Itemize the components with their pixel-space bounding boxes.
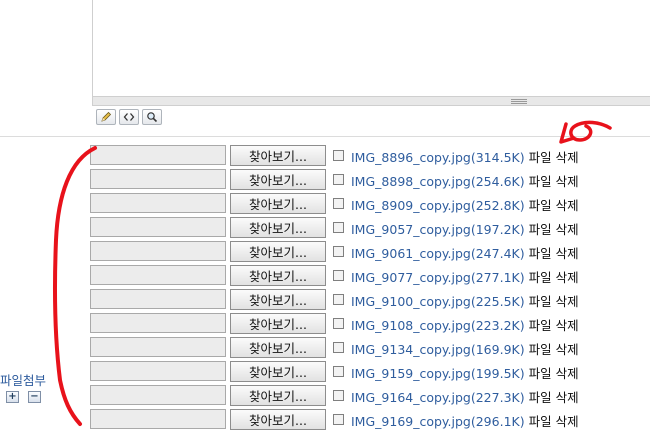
attachment-row: 찾아보기... IMG_9169_copy.jpg(296.1K) 파일 삭제 (90, 409, 650, 433)
search-icon[interactable] (142, 109, 162, 125)
file-path-field[interactable] (90, 385, 226, 405)
delete-label: 파일 삭제 (528, 342, 579, 357)
resize-grip-icon[interactable] (511, 98, 527, 104)
delete-checkbox[interactable] (333, 150, 344, 161)
file-path-field[interactable] (90, 289, 226, 309)
delete-label: 파일 삭제 (528, 318, 579, 333)
editor-textarea[interactable] (92, 0, 650, 97)
delete-checkbox[interactable] (333, 174, 344, 185)
remove-attachment-button[interactable]: − (28, 391, 41, 403)
file-name[interactable]: IMG_8896_copy.jpg(314.5K) (351, 150, 525, 165)
delete-label: 파일 삭제 (528, 150, 579, 165)
attached-file-link[interactable]: IMG_8896_copy.jpg(314.5K) 파일 삭제 (351, 147, 579, 166)
file-name[interactable]: IMG_9159_copy.jpg(199.5K) (351, 366, 525, 381)
add-attachment-button[interactable]: + (6, 391, 19, 403)
attached-file-link[interactable]: IMG_9108_copy.jpg(223.2K) 파일 삭제 (351, 315, 579, 334)
attached-file-link[interactable]: IMG_8898_copy.jpg(254.6K) 파일 삭제 (351, 171, 579, 190)
file-path-field[interactable] (90, 337, 226, 357)
file-path-field[interactable] (90, 241, 226, 261)
browse-button[interactable]: 찾아보기... (230, 337, 326, 358)
browse-button[interactable]: 찾아보기... (230, 145, 326, 166)
attachment-row: 찾아보기... IMG_9057_copy.jpg(197.2K) 파일 삭제 (90, 217, 650, 241)
delete-label: 파일 삭제 (528, 174, 579, 189)
file-name[interactable]: IMG_9169_copy.jpg(296.1K) (351, 414, 525, 429)
delete-label: 파일 삭제 (528, 270, 579, 285)
attachment-row: 찾아보기... IMG_8896_copy.jpg(314.5K) 파일 삭제 (90, 145, 650, 169)
browse-button[interactable]: 찾아보기... (230, 265, 326, 286)
attachment-row: 찾아보기... IMG_9077_copy.jpg(277.1K) 파일 삭제 (90, 265, 650, 289)
attachment-row: 찾아보기... IMG_9134_copy.jpg(169.9K) 파일 삭제 (90, 337, 650, 361)
delete-label: 파일 삭제 (528, 222, 579, 237)
attached-file-link[interactable]: IMG_9159_copy.jpg(199.5K) 파일 삭제 (351, 363, 579, 382)
file-name[interactable]: IMG_8898_copy.jpg(254.6K) (351, 174, 525, 189)
delete-label: 파일 삭제 (528, 414, 579, 429)
attachment-row: 찾아보기... IMG_9100_copy.jpg(225.5K) 파일 삭제 (90, 289, 650, 313)
pencil-icon[interactable] (96, 109, 116, 125)
delete-checkbox[interactable] (333, 270, 344, 281)
file-name[interactable]: IMG_9100_copy.jpg(225.5K) (351, 294, 525, 309)
browse-button[interactable]: 찾아보기... (230, 313, 326, 334)
browse-button[interactable]: 찾아보기... (230, 289, 326, 310)
delete-label: 파일 삭제 (528, 246, 579, 261)
delete-checkbox[interactable] (333, 246, 344, 257)
attached-file-link[interactable]: IMG_9057_copy.jpg(197.2K) 파일 삭제 (351, 219, 579, 238)
file-name[interactable]: IMG_9108_copy.jpg(223.2K) (351, 318, 525, 333)
delete-checkbox[interactable] (333, 366, 344, 377)
delete-checkbox[interactable] (333, 390, 344, 401)
attachment-row: 찾아보기... IMG_8898_copy.jpg(254.6K) 파일 삭제 (90, 169, 650, 193)
attachment-row: 찾아보기... IMG_9159_copy.jpg(199.5K) 파일 삭제 (90, 361, 650, 385)
delete-label: 파일 삭제 (528, 366, 579, 381)
file-path-field[interactable] (90, 361, 226, 381)
file-path-field[interactable] (90, 265, 226, 285)
attached-file-link[interactable]: IMG_9134_copy.jpg(169.9K) 파일 삭제 (351, 339, 579, 358)
delete-checkbox[interactable] (333, 414, 344, 425)
attached-file-link[interactable]: IMG_9164_copy.jpg(227.3K) 파일 삭제 (351, 387, 579, 406)
file-name[interactable]: IMG_9061_copy.jpg(247.4K) (351, 246, 525, 261)
attachment-row: 찾아보기... IMG_9108_copy.jpg(223.2K) 파일 삭제 (90, 313, 650, 337)
delete-checkbox[interactable] (333, 222, 344, 233)
annotation-arrow (559, 120, 612, 144)
browse-button[interactable]: 찾아보기... (230, 169, 326, 190)
attachment-label: 파일첨부 (0, 373, 47, 388)
attached-file-link[interactable]: IMG_9061_copy.jpg(247.4K) 파일 삭제 (351, 243, 579, 262)
file-path-field[interactable] (90, 217, 226, 237)
browse-button[interactable]: 찾아보기... (230, 217, 326, 238)
delete-checkbox[interactable] (333, 318, 344, 329)
attached-file-link[interactable]: IMG_9169_copy.jpg(296.1K) 파일 삭제 (351, 411, 579, 430)
annotation-bracket (53, 146, 97, 426)
delete-checkbox[interactable] (333, 294, 344, 305)
editor-resize-bar[interactable] (92, 96, 650, 106)
attached-file-link[interactable]: IMG_8909_copy.jpg(252.8K) 파일 삭제 (351, 195, 579, 214)
file-path-field[interactable] (90, 313, 226, 333)
delete-label: 파일 삭제 (528, 390, 579, 405)
file-name[interactable]: IMG_9164_copy.jpg(227.3K) (351, 390, 525, 405)
editor-mode-toolbar (96, 109, 162, 125)
delete-label: 파일 삭제 (528, 198, 579, 213)
attachment-row: 찾아보기... IMG_9164_copy.jpg(227.3K) 파일 삭제 (90, 385, 650, 409)
file-path-field[interactable] (90, 145, 226, 165)
delete-checkbox[interactable] (333, 198, 344, 209)
file-path-field[interactable] (90, 193, 226, 213)
file-name[interactable]: IMG_9077_copy.jpg(277.1K) (351, 270, 525, 285)
file-path-field[interactable] (90, 409, 226, 429)
browse-button[interactable]: 찾아보기... (230, 193, 326, 214)
browse-button[interactable]: 찾아보기... (230, 241, 326, 262)
delete-checkbox[interactable] (333, 342, 344, 353)
attachment-row: 찾아보기... IMG_8909_copy.jpg(252.8K) 파일 삭제 (90, 193, 650, 217)
file-name[interactable]: IMG_9057_copy.jpg(197.2K) (351, 222, 525, 237)
browse-button[interactable]: 찾아보기... (230, 385, 326, 406)
file-name[interactable]: IMG_9134_copy.jpg(169.9K) (351, 342, 525, 357)
file-name[interactable]: IMG_8909_copy.jpg(252.8K) (351, 198, 525, 213)
browse-button[interactable]: 찾아보기... (230, 361, 326, 382)
attachment-row: 찾아보기... IMG_9061_copy.jpg(247.4K) 파일 삭제 (90, 241, 650, 265)
attached-file-link[interactable]: IMG_9077_copy.jpg(277.1K) 파일 삭제 (351, 267, 579, 286)
browse-button[interactable]: 찾아보기... (230, 409, 326, 430)
attached-file-link[interactable]: IMG_9100_copy.jpg(225.5K) 파일 삭제 (351, 291, 579, 310)
delete-label: 파일 삭제 (528, 294, 579, 309)
code-icon[interactable] (119, 109, 139, 125)
file-path-field[interactable] (90, 169, 226, 189)
attachment-list: 찾아보기... IMG_8896_copy.jpg(314.5K) 파일 삭제 찾아보… (90, 145, 650, 433)
divider (0, 136, 650, 137)
